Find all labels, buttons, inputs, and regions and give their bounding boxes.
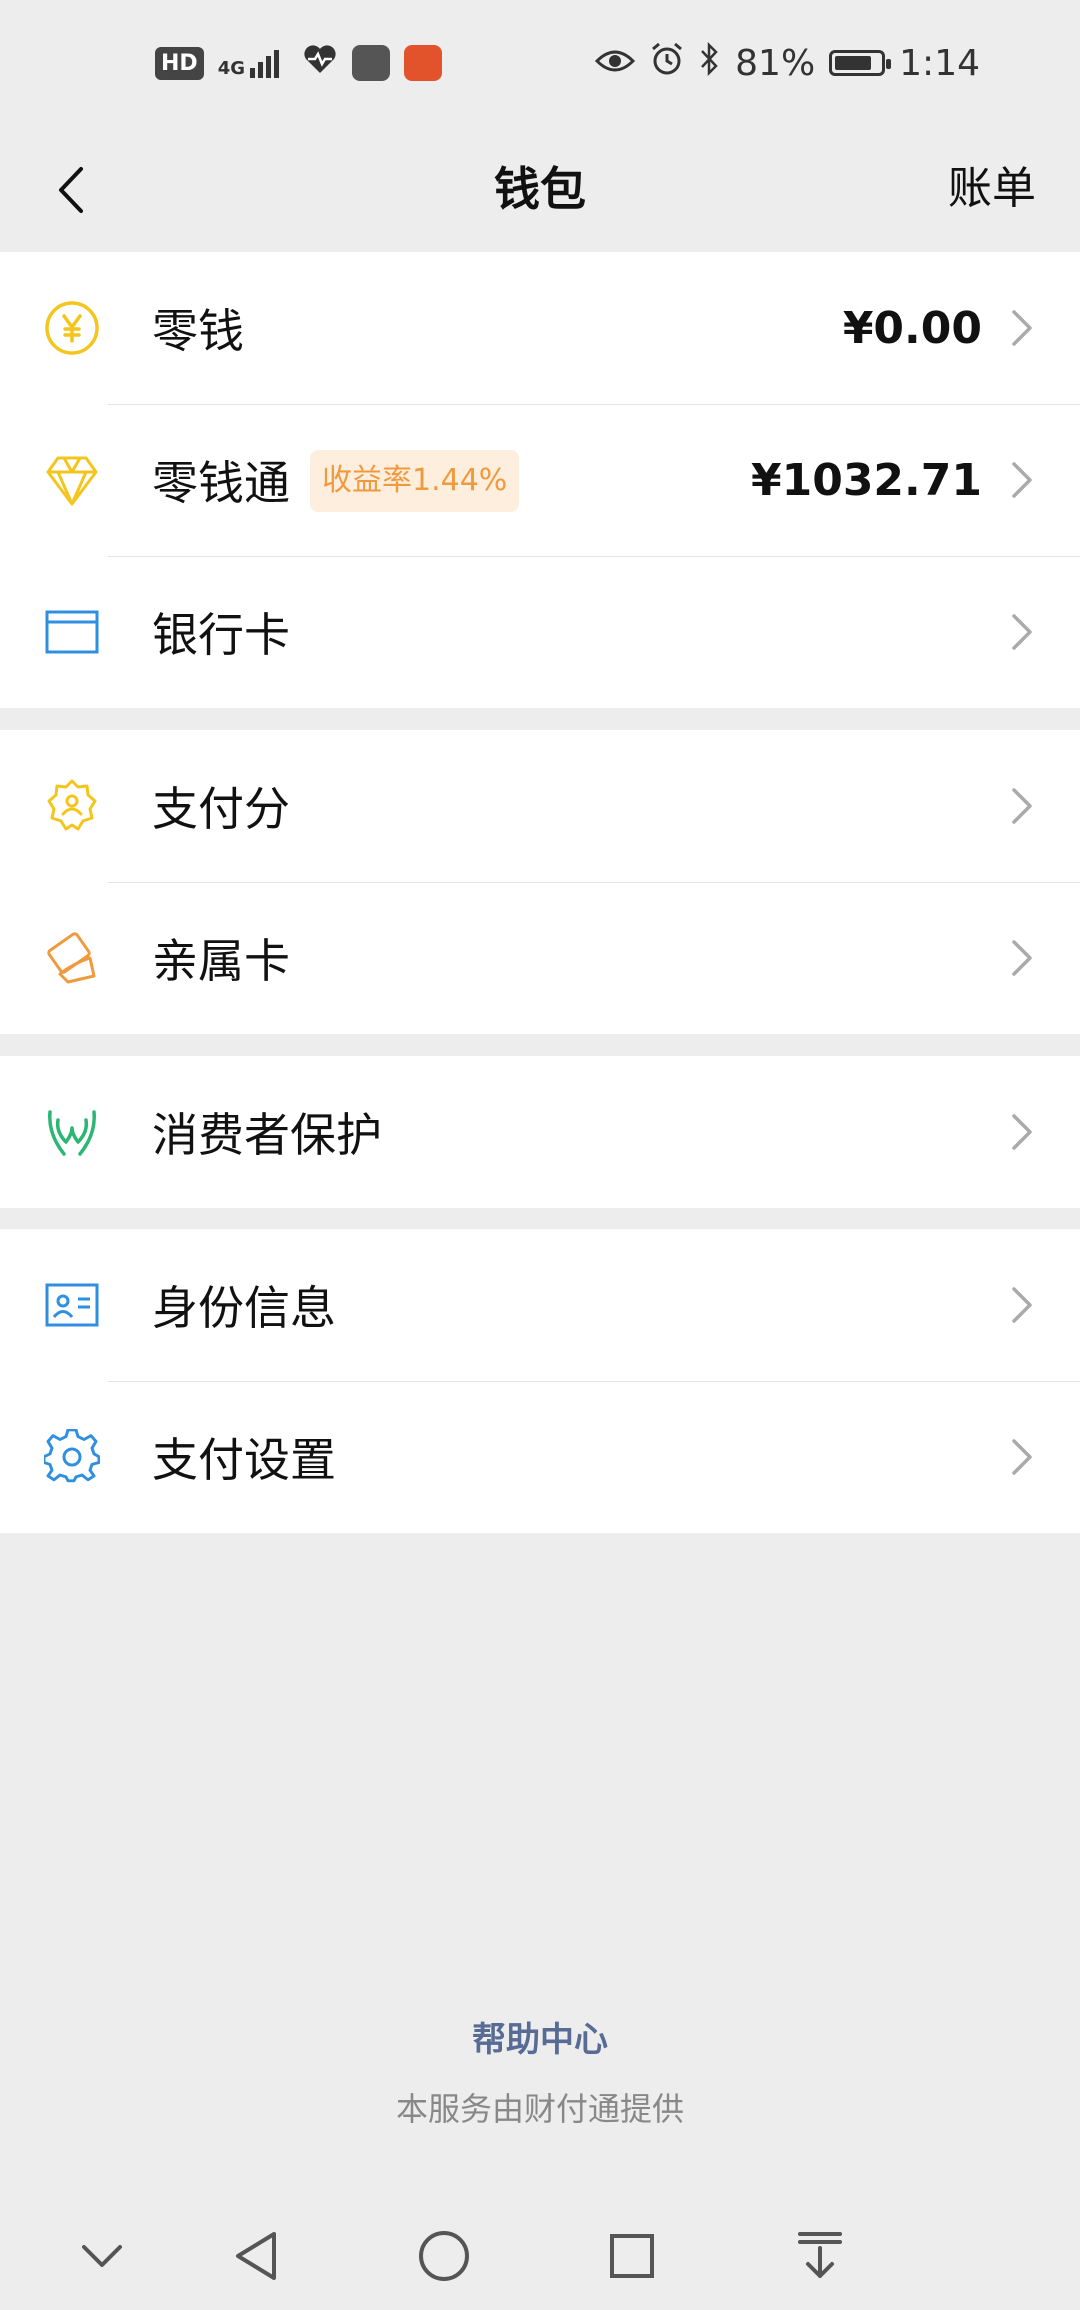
status-bar: HD 4G 81% 1:14 bbox=[0, 0, 1080, 126]
system-nav-bar bbox=[0, 2200, 1080, 2310]
eye-icon bbox=[595, 43, 636, 84]
bank-card-icon bbox=[44, 604, 100, 660]
chevron-right-icon bbox=[1012, 614, 1032, 650]
payment-settings-row[interactable]: 支付设置 bbox=[0, 1381, 1080, 1533]
consumer-protection-group: 消费者保护 bbox=[0, 1056, 1080, 1208]
wallet-balance-group: 零钱 ¥0.00 零钱通 收益率1.44% ¥1032.71 银行卡 bbox=[0, 252, 1080, 708]
chevron-down-icon bbox=[82, 2245, 122, 2267]
page-title: 钱包 bbox=[494, 162, 586, 216]
row-label: 银行卡 bbox=[152, 608, 290, 662]
chevron-right-icon bbox=[1012, 1114, 1032, 1150]
hd-icon: HD bbox=[155, 46, 204, 80]
chevron-right-icon bbox=[1012, 310, 1032, 346]
collapse-button[interactable] bbox=[72, 2226, 132, 2286]
consumer-protection-row[interactable]: 消费者保护 bbox=[0, 1056, 1080, 1208]
pay-score-badge-icon bbox=[44, 778, 100, 834]
nav-recents-button[interactable] bbox=[602, 2226, 662, 2286]
change-row[interactable]: 零钱 ¥0.00 bbox=[0, 252, 1080, 404]
bill-button[interactable]: 账单 bbox=[948, 126, 1036, 252]
row-label: 零钱 bbox=[152, 304, 244, 358]
row-label: 支付设置 bbox=[152, 1433, 336, 1487]
battery-percent: 81% bbox=[735, 42, 816, 84]
battery-level bbox=[835, 56, 871, 70]
yield-rate-badge: 收益率1.44% bbox=[310, 450, 520, 512]
chevron-right-icon bbox=[1012, 1439, 1032, 1475]
battery-icon bbox=[829, 50, 892, 76]
app-icon bbox=[352, 45, 390, 81]
provider-note: 本服务由财付通提供 bbox=[395, 2090, 684, 2128]
app-icon bbox=[404, 45, 442, 81]
signal-icon: 4G bbox=[218, 48, 288, 78]
chevron-left-icon bbox=[59, 167, 83, 213]
consumer-protection-icon bbox=[44, 1104, 100, 1160]
pull-down-icon bbox=[798, 2232, 842, 2278]
identity-info-row[interactable]: 身份信息 bbox=[0, 1229, 1080, 1381]
family-card-icon bbox=[44, 930, 100, 986]
yuan-coin-icon bbox=[44, 300, 100, 356]
health-icon bbox=[302, 43, 338, 84]
clock: 1:14 bbox=[899, 42, 980, 84]
row-label: 支付分 bbox=[152, 782, 290, 836]
back-button[interactable] bbox=[30, 150, 110, 230]
gear-icon bbox=[44, 1429, 100, 1485]
row-label: 零钱通 bbox=[152, 456, 290, 510]
row-label: 身份信息 bbox=[152, 1281, 336, 1335]
family-card-row[interactable]: 亲属卡 bbox=[0, 882, 1080, 1034]
circle-home-icon bbox=[419, 2231, 469, 2281]
notification-pulldown-button[interactable] bbox=[790, 2226, 850, 2286]
chevron-right-icon bbox=[1012, 462, 1032, 498]
row-label: 消费者保护 bbox=[152, 1108, 382, 1162]
lingqiantong-balance: ¥1032.71 bbox=[750, 454, 982, 506]
bluetooth-icon bbox=[699, 41, 721, 85]
row-label: 亲属卡 bbox=[152, 934, 290, 988]
settings-group: 身份信息 支付设置 bbox=[0, 1229, 1080, 1533]
id-card-icon bbox=[44, 1277, 100, 1333]
help-center-link[interactable]: 帮助中心 bbox=[0, 2012, 1080, 2061]
nav-back-button[interactable] bbox=[226, 2226, 286, 2286]
diamond-icon bbox=[44, 452, 100, 508]
nav-home-button[interactable] bbox=[414, 2226, 474, 2286]
bank-card-row[interactable]: 银行卡 bbox=[0, 556, 1080, 708]
network-type: 4G bbox=[217, 58, 245, 79]
alarm-icon bbox=[649, 41, 685, 86]
chevron-right-icon bbox=[1012, 1287, 1032, 1323]
chevron-right-icon bbox=[1012, 940, 1032, 976]
square-recents-icon bbox=[610, 2234, 654, 2278]
credit-group: 支付分 亲属卡 bbox=[0, 730, 1080, 1034]
pay-score-row[interactable]: 支付分 bbox=[0, 730, 1080, 882]
nav-bar: 钱包 账单 bbox=[0, 126, 1080, 252]
change-balance: ¥0.00 bbox=[842, 302, 982, 354]
status-right: 81% 1:14 bbox=[595, 41, 980, 86]
status-left: HD 4G bbox=[155, 43, 442, 84]
lingqiantong-row[interactable]: 零钱通 收益率1.44% ¥1032.71 bbox=[0, 404, 1080, 556]
chevron-right-icon bbox=[1012, 788, 1032, 824]
triangle-back-icon bbox=[236, 2232, 276, 2280]
